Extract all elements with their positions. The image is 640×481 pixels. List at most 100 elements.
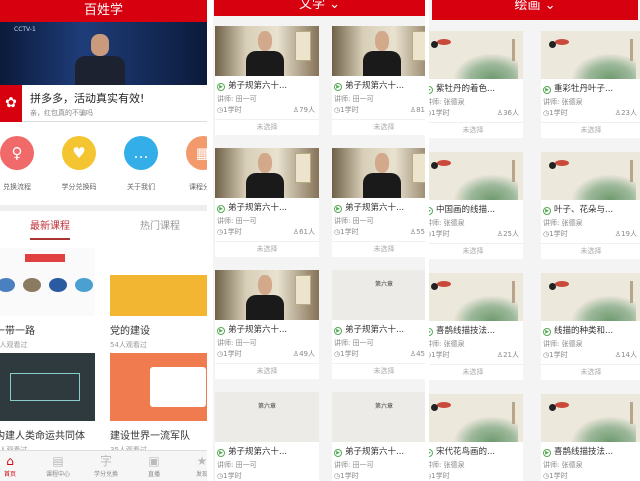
play-circle-icon: ▶ <box>429 86 433 94</box>
course-card[interactable]: ▶喜鹊线描技法...讲师: 张德泉◷1学时♙21人未选择 <box>429 273 523 380</box>
enrolled-count: ♙25人 <box>497 230 519 239</box>
enrolled-count: ♙19人 <box>615 230 637 239</box>
nav-item-0[interactable]: ⌂ 首页 <box>0 453 32 478</box>
news-anchor-image <box>75 34 125 85</box>
course-card[interactable]: ▶弟子规第六十...讲师: 田一可◷1学时♙55人未选择 <box>332 148 425 257</box>
video-banner[interactable]: CCTV-1 <box>0 22 207 85</box>
play-circle-icon: ▶ <box>543 328 551 336</box>
card-title: ▶ 叶子、花朵与... <box>541 205 640 216</box>
select-status-button[interactable]: 未选择 <box>215 119 319 135</box>
course-card[interactable]: 党的建设 54人观看过 <box>110 248 207 350</box>
hours: 1学时 <box>340 228 359 236</box>
nav-item-1[interactable]: ▤ 课程中心 <box>36 453 80 478</box>
tab-hot-courses[interactable]: 热门课程 <box>140 217 180 232</box>
course-card[interactable]: ▶ 弟子规第六十... 讲师: 田一可 ◷1学时 ♙49人 未选择 <box>215 270 319 379</box>
play-circle-icon: ▶ <box>217 327 225 335</box>
shortcut-1[interactable]: ♥ 学分兑换码 <box>49 136 109 192</box>
select-status-button[interactable]: 未选择 <box>215 363 319 379</box>
select-status-button[interactable]: 未选择 <box>429 243 523 259</box>
shortcut-label: 学分兑换码 <box>61 183 97 191</box>
course-thumbnail <box>332 148 425 198</box>
select-status-button[interactable]: 未选择 <box>215 241 319 257</box>
shortcut-3[interactable]: ▦ 课程分类 <box>173 136 207 192</box>
course-card[interactable]: 第六章 ▶ 弟子规第六十... 讲师: 田一可 ◷1学时 <box>215 392 319 481</box>
hours: 1学时 <box>549 230 568 238</box>
home-screen: 百姓学 CCTV-1 ✿ 拼多多，活动真实有效! 亲，红包真的不骗吗 ♀ 兑换流程… <box>0 0 207 481</box>
count-text: 21人 <box>503 351 519 359</box>
course-card[interactable]: ▶ 叶子、花朵与... 讲师: 张德泉 ◷1学时 ♙19人 未选择 <box>541 152 640 259</box>
course-card[interactable]: 建设世界一流军队35人观看过 <box>110 353 207 455</box>
course-card[interactable]: ▶ 线描的种类和... 讲师: 张德泉 ◷1学时 ♙14人 未选择 <box>541 273 640 380</box>
app-title: 百姓学 <box>0 0 207 22</box>
nav-item-2[interactable]: 字学分兑换 <box>84 453 128 478</box>
course-card[interactable]: ▶ 重彩牡丹叶子... 讲师: 张德泉 ◷1学时 ♙23人 未选择 <box>541 31 640 138</box>
lecturer: 讲师: 张德泉 <box>541 461 640 470</box>
lecturer-name: 田一可 <box>235 339 257 347</box>
chapter-heading: 第六章 <box>257 403 276 410</box>
play-circle-icon: ▶ <box>429 449 433 457</box>
lecturer-prefix: 讲师: <box>217 95 236 103</box>
enrolled-count: ♙45人 <box>410 350 425 359</box>
lecturer: 讲师: 张德泉 <box>429 340 523 349</box>
title-text: 宋代花鸟画的... <box>436 447 496 457</box>
hours: 1学时 <box>223 228 242 236</box>
lecturer-prefix: 讲师: <box>543 219 562 227</box>
hours: 1学时 <box>340 350 359 358</box>
category-selector[interactable]: 绘画 ⌄ <box>432 0 638 20</box>
nav-label: 学分兑换 <box>93 471 118 478</box>
enrolled-count: ♙55人 <box>410 228 425 237</box>
course-card[interactable]: ▶ 喜鹊线描技法... 讲师: 张德泉 ◷1学时 <box>541 394 640 481</box>
course-card[interactable]: 第六章▶弟子规第六十...讲师: 田一可◷1学时♙45人未选择 <box>332 270 425 379</box>
course-card[interactable]: 一带一路 3人观看过 <box>0 248 95 350</box>
title-text: 喜鹊线描技法... <box>436 326 496 336</box>
card-meta: ◷1学时 <box>541 472 640 481</box>
card-meta: ◷1学时 ♙61人 <box>215 228 319 237</box>
course-card[interactable]: 第六章 ▶ 弟子规第六十... 讲师: 田一可 ◷1学时 <box>332 392 425 481</box>
lecturer-prefix: 讲师: <box>429 98 442 106</box>
count-text: 79人 <box>299 106 315 114</box>
lecturer-name: 田一可 <box>235 217 257 225</box>
select-status-button[interactable]: 未选择 <box>541 364 640 380</box>
course-card[interactable]: 构建人类命运共同体3人观看过 <box>0 353 95 455</box>
enrolled-count: ♙14人 <box>615 351 637 360</box>
lecturer: 讲师: 张德泉 <box>429 461 523 470</box>
course-card[interactable]: ▶弟子规第六十...讲师: 田一可◷1学时♙81人未选择 <box>332 26 425 135</box>
select-status-button[interactable]: 未选择 <box>429 364 523 380</box>
course-card[interactable]: ▶ 弟子规第六十... 讲师: 田一可 ◷1学时 ♙79人 未选择 <box>215 26 319 135</box>
card-meta: ◷1学时 ♙49人 <box>215 350 319 359</box>
select-status-button[interactable]: 未选择 <box>332 363 425 379</box>
select-status-button[interactable]: 未选择 <box>332 241 425 257</box>
tab-latest-courses[interactable]: 最新课程 <box>30 217 70 240</box>
nav-item-3[interactable]: ▣ 直播 <box>132 453 176 478</box>
select-status-button[interactable]: 未选择 <box>541 122 640 138</box>
select-status-button[interactable]: 未选择 <box>332 119 425 135</box>
course-card[interactable]: ▶宋代花鸟画的... 讲师: 张德泉 ◷1学时 <box>429 394 523 481</box>
course-thumbnail <box>215 26 319 76</box>
course-card[interactable]: ▶紫牡丹的着色...讲师: 张德泉◷1学时♙36人未选择 <box>429 31 523 138</box>
count-text: 49人 <box>299 350 315 358</box>
chat-icon: … <box>124 136 158 170</box>
ad-banner[interactable]: ✿ 拼多多，活动真实有效! 亲，红包真的不骗吗 <box>0 85 207 122</box>
chapter-heading: 第六章 <box>374 281 393 288</box>
play-circle-icon: ▶ <box>217 205 225 213</box>
play-circle-icon: ▶ <box>543 86 551 94</box>
shortcut-2[interactable]: … 关于我们 <box>111 136 171 192</box>
hours: 1学时 <box>340 472 359 480</box>
select-status-button[interactable]: 未选择 <box>429 122 523 138</box>
shortcut-label: 课程分类 <box>189 183 207 191</box>
select-status-button[interactable]: 未选择 <box>541 243 640 259</box>
lecturer-prefix: 讲师: <box>334 339 353 347</box>
course-thumbnail: 第六章 <box>332 392 425 442</box>
course-card[interactable]: ▶ 弟子规第六十... 讲师: 田一可 ◷1学时 ♙61人 未选择 <box>215 148 319 257</box>
nav-item-4[interactable]: ★ 发现 <box>180 453 207 478</box>
course-card[interactable]: ▶中国画的线描...讲师: 张德泉◷1学时♙25人未选择 <box>429 152 523 259</box>
card-title: ▶中国画的线描... <box>429 205 523 216</box>
card-title: ▶ 线描的种类和... <box>541 326 640 337</box>
hours: 1学时 <box>340 106 359 114</box>
enrolled-count: ♙36人 <box>497 109 519 118</box>
nav-icon: ▣ <box>148 454 160 468</box>
shortcut-0[interactable]: ♀ 兑换流程 <box>0 136 47 192</box>
card-meta: ◷1学时♙21人 <box>429 351 523 360</box>
play-circle-icon: ▶ <box>334 83 342 91</box>
category-selector[interactable]: 文学 ⌄ <box>214 0 425 16</box>
